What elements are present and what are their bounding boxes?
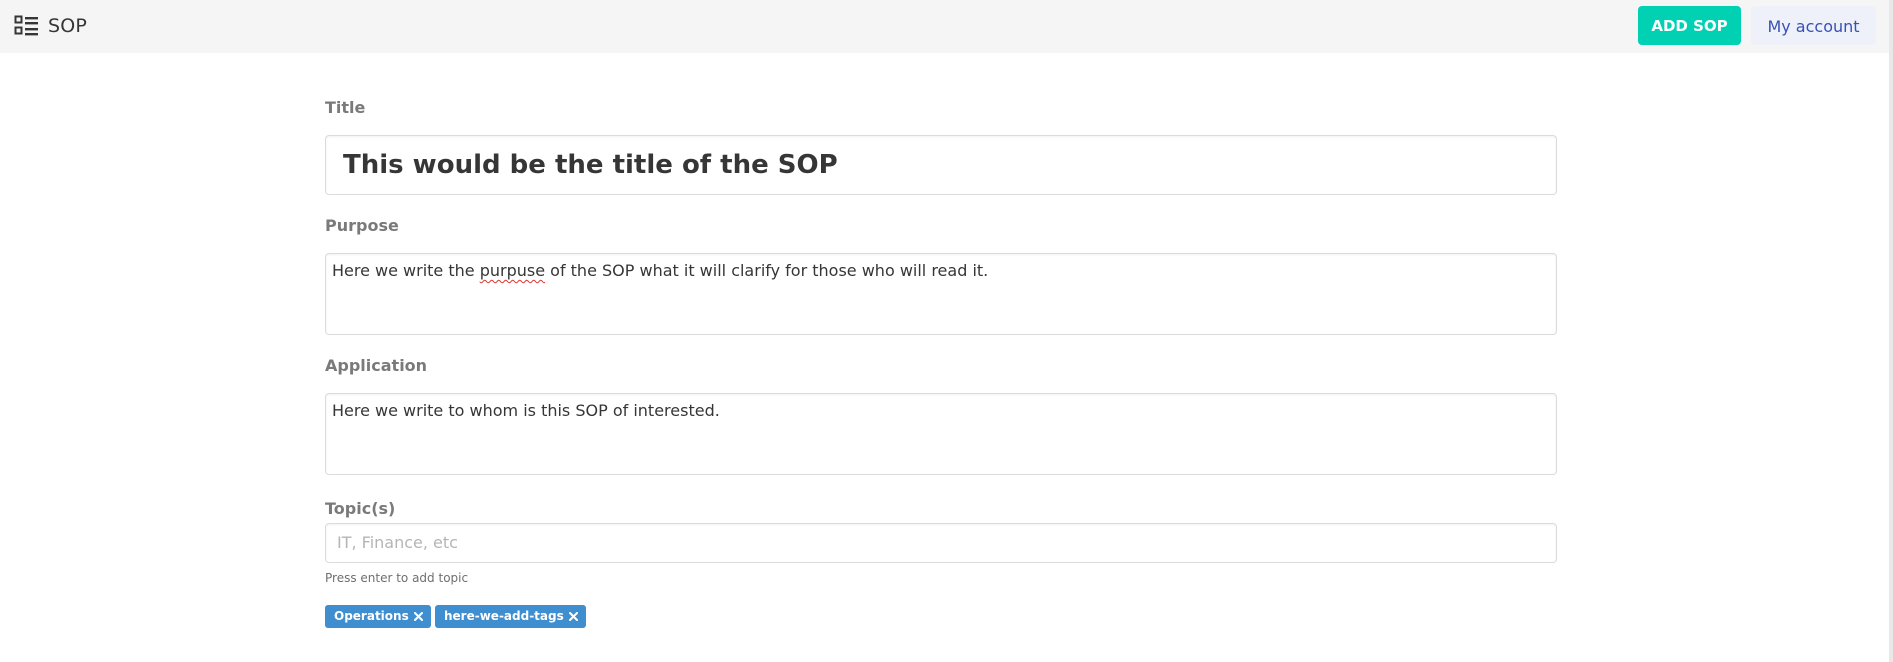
title-label: Title <box>325 98 366 117</box>
scrollbar[interactable] <box>1889 0 1893 662</box>
title-input[interactable]: This would be the title of the SOP <box>325 135 1557 195</box>
topic-input[interactable]: IT, Finance, etc <box>325 523 1557 563</box>
brand[interactable]: SOP <box>14 12 87 40</box>
application-textarea[interactable]: Here we write to whom is this SOP of int… <box>325 393 1557 475</box>
purpose-text-start: Here we write the <box>332 261 480 280</box>
topics-label: Topic(s) <box>325 499 396 518</box>
navbar: SOP ADD SOP My account <box>0 0 1893 53</box>
remove-tag-icon[interactable] <box>568 605 580 628</box>
list-icon <box>14 15 40 37</box>
tag-here-we-add-tags: here-we-add-tags <box>435 605 586 628</box>
purpose-textarea[interactable]: Here we write the purpuse of the SOP wha… <box>325 253 1557 335</box>
tag-operations: Operations <box>325 605 431 628</box>
brand-title: SOP <box>48 15 88 37</box>
topic-help-text: Press enter to add topic <box>325 571 469 585</box>
tag-label: here-we-add-tags <box>444 609 564 623</box>
remove-tag-icon[interactable] <box>413 605 425 628</box>
tag-label: Operations <box>334 609 409 623</box>
purpose-label: Purpose <box>325 216 399 235</box>
add-sop-button[interactable]: ADD SOP <box>1638 6 1741 45</box>
my-account-button[interactable]: My account <box>1751 6 1876 45</box>
misspelled-word: purpuse <box>479 261 546 280</box>
purpose-text-end: of the SOP what it will clarify for thos… <box>545 261 989 280</box>
application-label: Application <box>325 356 428 375</box>
